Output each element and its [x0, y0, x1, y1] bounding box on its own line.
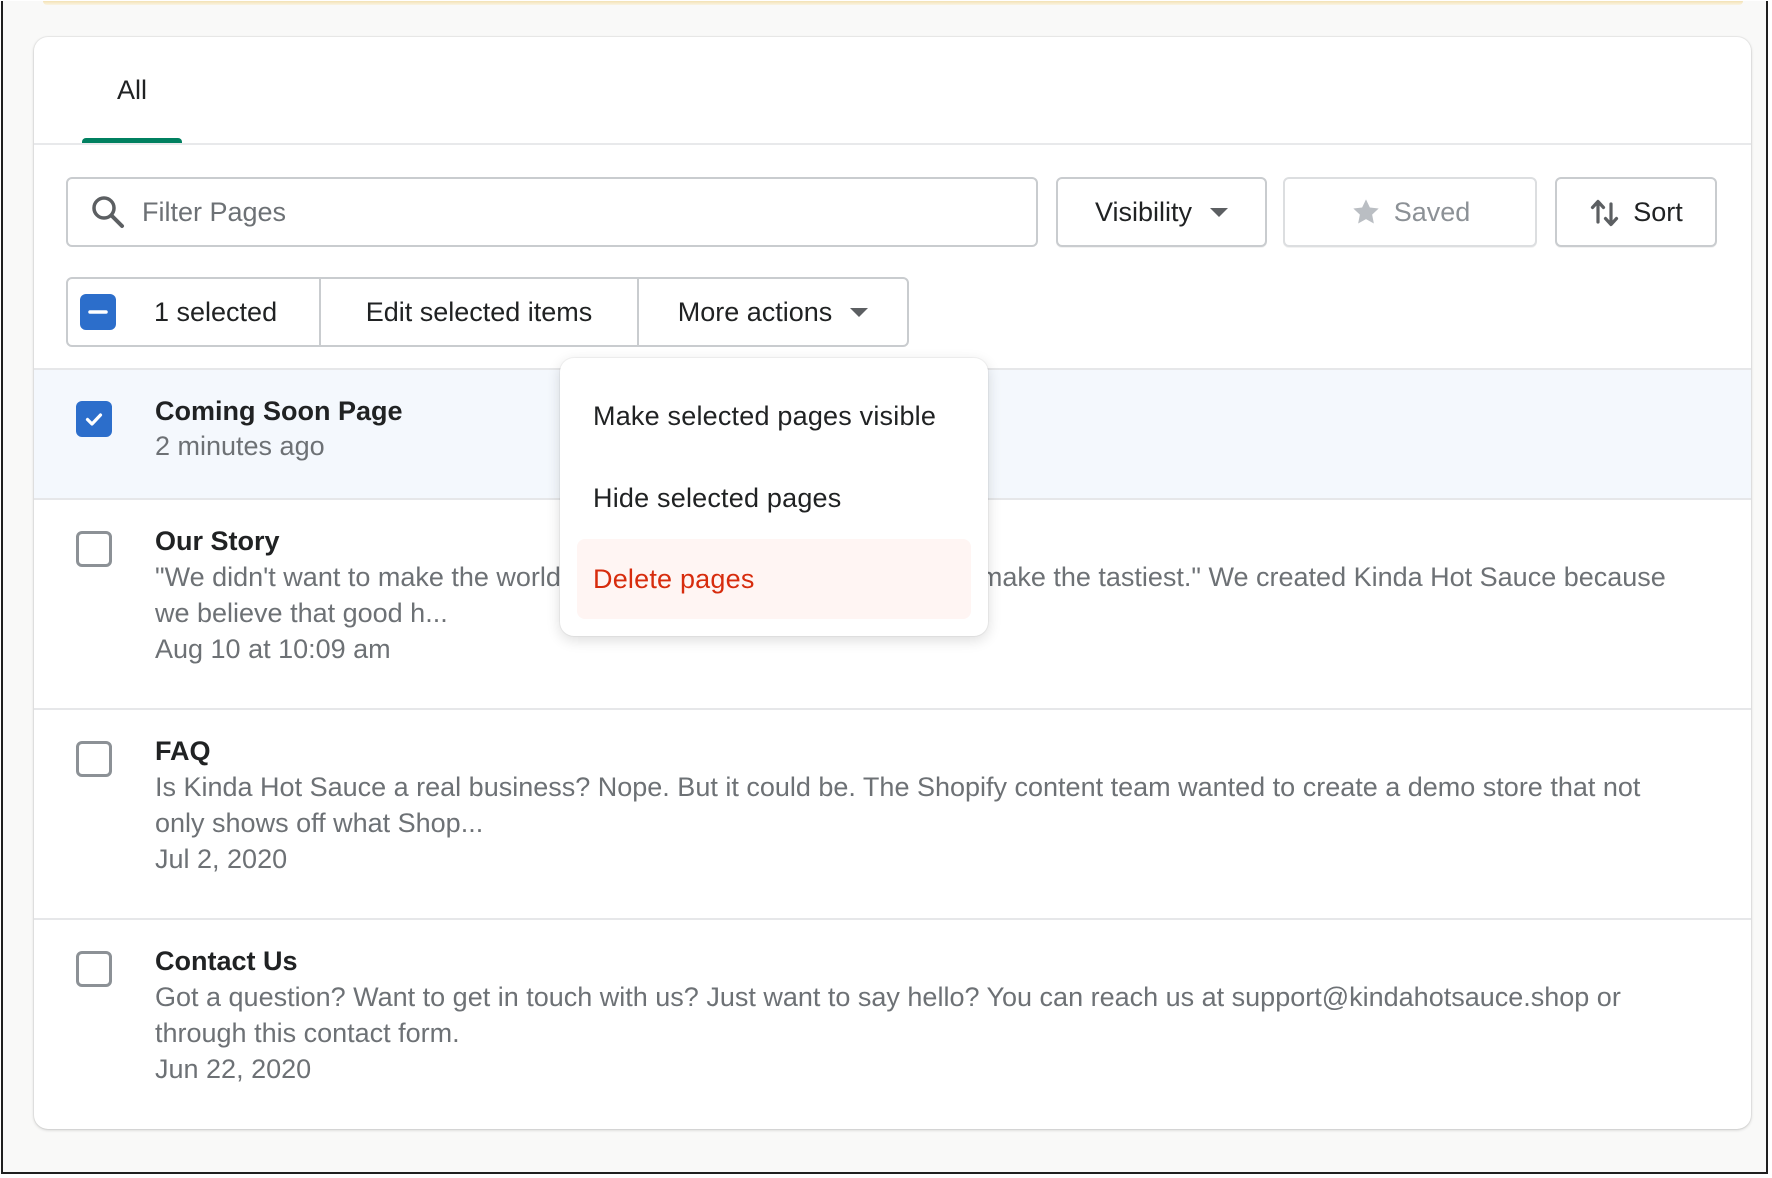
- tab-all[interactable]: All: [58, 37, 182, 143]
- menu-item-hide-pages[interactable]: Hide selected pages: [577, 458, 971, 538]
- row-checkbox[interactable]: [76, 951, 112, 987]
- visibility-filter-button[interactable]: Visibility: [1056, 177, 1267, 247]
- page-date: Jun 22, 2020: [155, 1054, 312, 1084]
- page-excerpt: Got a question? Want to get in touch wit…: [155, 982, 1621, 1048]
- saved-button[interactable]: Saved: [1283, 177, 1537, 247]
- edit-selected-items-button[interactable]: Edit selected items: [321, 279, 639, 345]
- page-title: Contact Us: [155, 946, 298, 976]
- selected-count: 1 selected: [154, 296, 278, 327]
- select-all-checkbox[interactable]: [80, 294, 116, 330]
- page-date: Jul 2, 2020: [155, 844, 288, 874]
- page-title: FAQ: [155, 736, 211, 766]
- more-actions-label: More actions: [677, 296, 833, 327]
- sort-arrows-icon: [1591, 199, 1619, 227]
- select-all-toggle[interactable]: 1 selected: [68, 279, 321, 345]
- filter-pages-input[interactable]: [140, 195, 1036, 229]
- menu-item-delete-pages[interactable]: Delete pages: [577, 539, 971, 619]
- caret-down-icon: [1210, 207, 1229, 217]
- screenshot-frame: All Visibility Saved Sort: [1, 1, 1768, 1174]
- bulk-actions-bar: 1 selected Edit selected items More acti…: [66, 277, 909, 347]
- row-checkbox[interactable]: [76, 531, 112, 567]
- search-icon: [92, 196, 124, 228]
- star-icon: [1353, 199, 1379, 224]
- pages-card: All Visibility Saved Sort: [34, 37, 1751, 1129]
- tab-all-label: All: [117, 75, 148, 105]
- row-checkbox[interactable]: [76, 401, 112, 437]
- page-date: Aug 10 at 10:09 am: [155, 634, 391, 664]
- sort-button[interactable]: Sort: [1555, 177, 1717, 247]
- sort-label: Sort: [1633, 196, 1683, 227]
- row-checkbox[interactable]: [76, 741, 112, 777]
- minus-icon: [88, 310, 108, 314]
- page-row-faq[interactable]: FAQ Is Kinda Hot Sauce a real business? …: [34, 708, 1751, 918]
- caret-down-icon: [850, 307, 869, 317]
- page-excerpt: Is Kinda Hot Sauce a real business? Nope…: [155, 772, 1641, 838]
- saved-label: Saved: [1393, 196, 1471, 227]
- menu-item-make-visible[interactable]: Make selected pages visible: [577, 376, 971, 456]
- more-actions-menu: Make selected pages visible Hide selecte…: [560, 358, 988, 636]
- edit-selected-items-label: Edit selected items: [365, 296, 593, 327]
- filter-pages-search[interactable]: [66, 177, 1038, 247]
- more-actions-button[interactable]: More actions: [639, 279, 907, 345]
- page-row-contact-us[interactable]: Contact Us Got a question? Want to get i…: [34, 918, 1751, 1128]
- top-banner-edge: [43, 1, 1743, 5]
- visibility-label: Visibility: [1094, 196, 1193, 227]
- checkmark-icon: [85, 413, 103, 426]
- tabs-divider: [34, 143, 1751, 145]
